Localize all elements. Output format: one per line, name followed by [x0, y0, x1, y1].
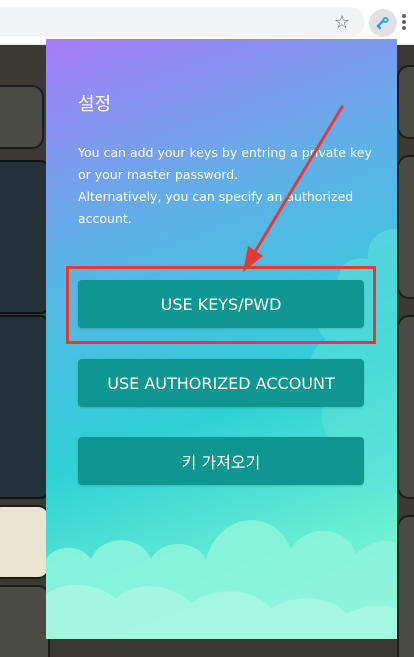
- background-shape: [397, 515, 414, 657]
- background-shape: [0, 315, 50, 499]
- highlight-box: [66, 266, 376, 344]
- background-shape: [397, 65, 414, 139]
- background-shape: [0, 505, 50, 579]
- use-authorized-account-button[interactable]: USE AUTHORIZED ACCOUNT: [78, 359, 364, 407]
- description-line: Alternatively, you can specify an author…: [78, 189, 354, 226]
- more-vert-icon[interactable]: [402, 14, 408, 30]
- background-shape: [0, 160, 50, 314]
- background-shape: [0, 585, 50, 657]
- star-icon[interactable]: ☆: [332, 13, 352, 33]
- address-bar[interactable]: [0, 7, 365, 37]
- extension-button[interactable]: [369, 9, 397, 37]
- description: You can add your keys by entring a priva…: [78, 142, 378, 230]
- background-shape: [397, 155, 414, 299]
- background-shape: [0, 85, 44, 149]
- import-keys-button[interactable]: 키 가져오기: [78, 437, 364, 485]
- background-shape: [397, 315, 414, 499]
- page-title: 설정: [78, 94, 112, 115]
- extension-icon: [376, 17, 389, 30]
- description-line: You can add your keys by entring a priva…: [78, 145, 372, 182]
